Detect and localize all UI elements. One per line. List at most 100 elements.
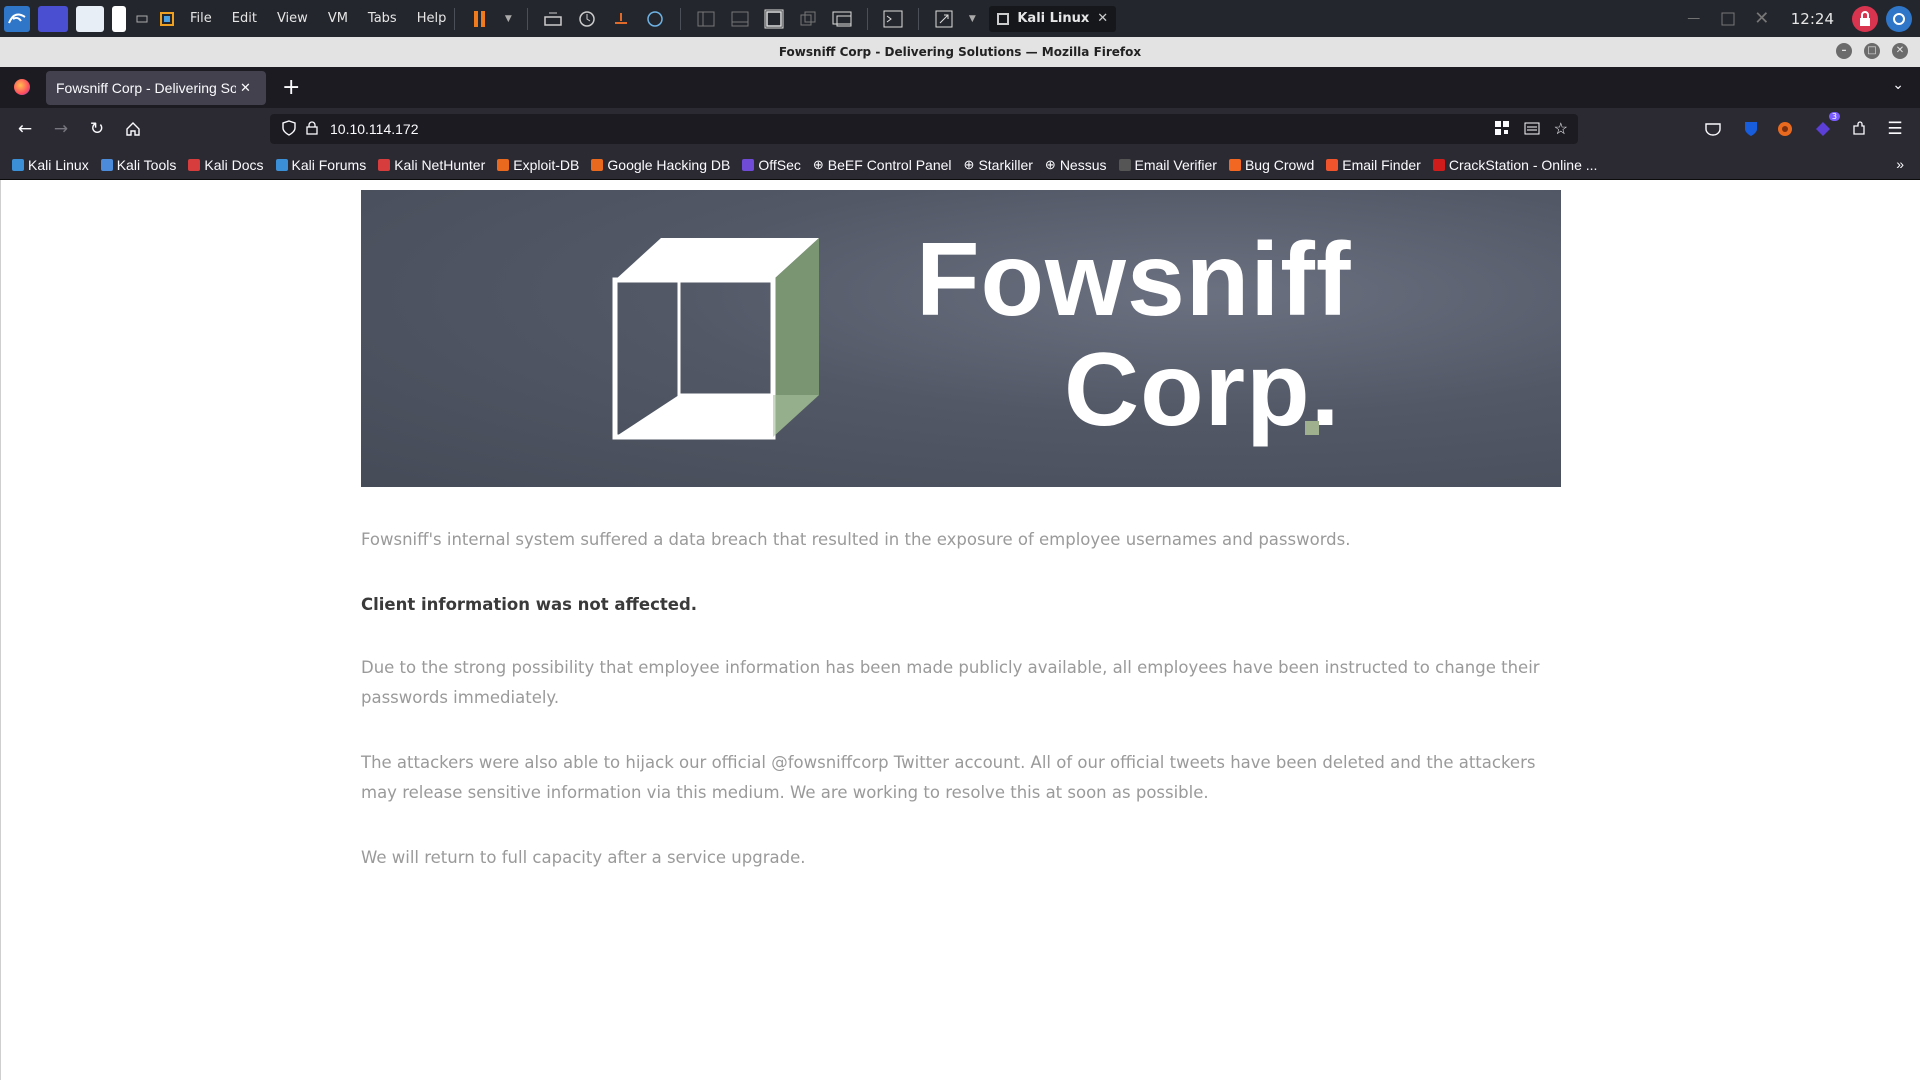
chevron-down-icon[interactable]: ▼ [503,8,513,30]
bookmark-beef[interactable]: ⊕ BeEF Control Panel [813,157,952,173]
bugcrowd-icon [1228,158,1241,171]
revert-snapshot-icon[interactable] [610,8,632,30]
bookmark-google-hacking-db[interactable]: Google Hacking DB [591,157,730,173]
url-text[interactable]: 10.10.114.172 [330,121,419,137]
vm-library-icon[interactable] [158,6,176,32]
qr-code-icon[interactable] [1494,120,1510,139]
bitwarden-icon[interactable] [1740,118,1762,140]
twitter-hijack-paragraph: The attackers were also able to hijack o… [361,753,1536,802]
vm-menu-edit[interactable]: Edit [232,11,257,26]
reload-icon[interactable]: ↻ [86,118,108,140]
firefox-view-icon[interactable] [14,79,30,95]
sidebar-toggle-icon[interactable] [695,8,717,30]
bookmark-star-icon[interactable]: ☆ [1554,119,1568,139]
bookmark-exploit-db[interactable]: Exploit-DB [497,157,579,173]
lock-icon[interactable] [1852,5,1878,32]
new-tab-icon[interactable]: + [282,75,300,100]
window-title-bar: Fowsniff Corp - Delivering Solutions — M… [0,37,1920,67]
bookmark-starkiller[interactable]: ⊕ Starkiller [964,157,1033,173]
bookmark-nessus[interactable]: ⊕ Nessus [1045,157,1107,173]
bookmark-kali-tools[interactable]: Kali Tools [100,157,176,173]
tab-title: Fowsniff Corp - Delivering Solutions [56,80,236,96]
minimize-icon[interactable]: — [1683,8,1705,30]
bookmark-kali-forums[interactable]: Kali Forums [275,156,367,173]
bookmark-bug-crowd[interactable]: Bug Crowd [1228,156,1315,173]
close-icon[interactable]: ✕ [1892,43,1908,59]
pocket-icon[interactable] [1702,118,1724,140]
close-icon[interactable]: ✕ [1751,8,1773,30]
logout-icon[interactable] [1886,5,1912,32]
bookmark-email-finder[interactable]: Email Finder [1326,157,1421,173]
bookmark-label: Email Verifier [1134,156,1217,173]
bookmark-kali-docs[interactable]: Kali Docs [188,157,264,173]
bookmark-offsec[interactable]: OffSec [742,157,801,173]
maximize-icon[interactable]: □ [1864,43,1880,59]
bookmark-label: Kali Forums [291,156,367,173]
back-icon[interactable]: ← [14,118,36,140]
thumbnail-bar-icon[interactable] [729,8,751,30]
forward-icon[interactable]: → [50,118,72,140]
bookmarks-overflow-icon[interactable]: » [1896,156,1904,172]
unity-icon[interactable] [797,8,819,30]
bookmark-label: Bug Crowd [1244,156,1315,173]
extension-badge-icon[interactable]: 3 [1812,112,1840,140]
send-keys-icon[interactable] [542,8,564,30]
vm-menu-help[interactable]: Help [417,11,447,26]
foxyproxy-icon[interactable] [1774,118,1796,140]
extension-badge: 3 [1828,112,1840,121]
file-manager-icon[interactable] [76,5,104,32]
maximize-icon[interactable] [1717,8,1739,30]
snapshot-icon[interactable] [576,8,598,30]
home-icon[interactable] [122,118,144,140]
close-icon[interactable]: ✕ [1097,11,1108,26]
pause-icon[interactable] [469,8,491,30]
kali-docs-icon [188,158,201,171]
email-verifier-icon [1118,158,1131,171]
bookmark-crackstation[interactable]: CrackStation - Online ... [1432,157,1597,173]
extensions-icon[interactable] [1848,118,1870,140]
password-reset-paragraph: Due to the strong possibility that emplo… [361,658,1540,707]
tab-fowsniff[interactable]: Fowsniff Corp - Delivering Solutions ✕ [46,71,266,105]
shield-icon[interactable] [282,119,296,139]
bookmark-label: BeEF Control Panel [827,156,952,173]
bookmark-label: Google Hacking DB [607,156,731,173]
bookmark-label: Kali NetHunter [394,156,486,173]
fit-guest-icon[interactable] [763,8,785,30]
workspace-icon[interactable] [38,5,68,32]
snapshot-manager-icon[interactable] [644,8,666,30]
vm-right-controls: — ✕ 12:24 [1677,0,1920,37]
bookmark-email-verifier[interactable]: Email Verifier [1118,156,1217,173]
lock-icon[interactable] [306,120,318,138]
terminal-icon[interactable] [882,8,904,30]
url-bar[interactable]: 10.10.114.172 ☆ [270,114,1578,144]
bookmark-label: Kali Linux [28,156,89,173]
hero-banner: Fowsniff Corp. [361,190,1561,487]
window-pin-icon[interactable] [134,6,150,32]
bookmark-label: Email Finder [1342,156,1421,173]
console-view-icon[interactable] [831,8,853,30]
vm-menu-view[interactable]: View [277,11,308,26]
bookmark-kali-linux[interactable]: Kali Linux [12,157,89,173]
vm-menu-vm[interactable]: VM [328,11,348,26]
fullscreen-icon[interactable] [933,8,955,30]
kali-tools-icon [100,158,113,171]
tab-strip: Fowsniff Corp - Delivering Solutions ✕ +… [0,67,1920,108]
list-all-tabs-icon[interactable]: ⌄ [1892,77,1904,93]
vm-menu-tabs[interactable]: Tabs [368,11,397,26]
bookmark-label: Exploit-DB [513,156,580,173]
vm-menu-file[interactable]: File [190,11,212,26]
bookmark-label: Starkiller [978,156,1033,173]
kali-forums-icon [275,158,288,171]
crackstation-icon [1432,158,1445,171]
kali-menu-icon[interactable] [4,5,30,32]
vm-tab-kali[interactable]: Kali Linux ✕ [989,5,1117,32]
terminal-launcher-icon[interactable] [112,5,126,32]
reader-view-icon[interactable] [1524,120,1540,139]
menu-icon[interactable]: ☰ [1884,118,1906,140]
bookmark-kali-nethunter[interactable]: Kali NetHunter [378,157,485,173]
close-icon[interactable]: ✕ [240,81,251,96]
chevron-down-icon[interactable]: ▼ [967,8,977,30]
minimize-icon[interactable]: – [1836,43,1852,59]
service-upgrade-paragraph: We will return to full capacity after a … [361,848,806,867]
accent-square [1305,421,1319,435]
